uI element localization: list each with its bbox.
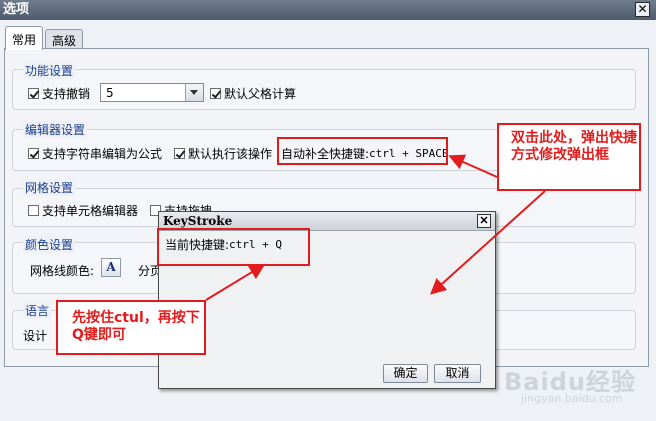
tab-general[interactable]: 常用	[5, 26, 43, 50]
options-window: 选项 ✕ 常用 高级 功能设置 支持撤销 5 默认父格计算 编辑器设置 支持字符…	[0, 0, 656, 421]
arrow-to-dialog	[430, 190, 546, 295]
arrow-to-current-shortcut	[205, 263, 266, 301]
watermark-url: jingyan.baidu.com	[521, 392, 623, 405]
annotation-arrows	[205, 154, 546, 301]
arrow-to-shortcut	[448, 154, 498, 178]
